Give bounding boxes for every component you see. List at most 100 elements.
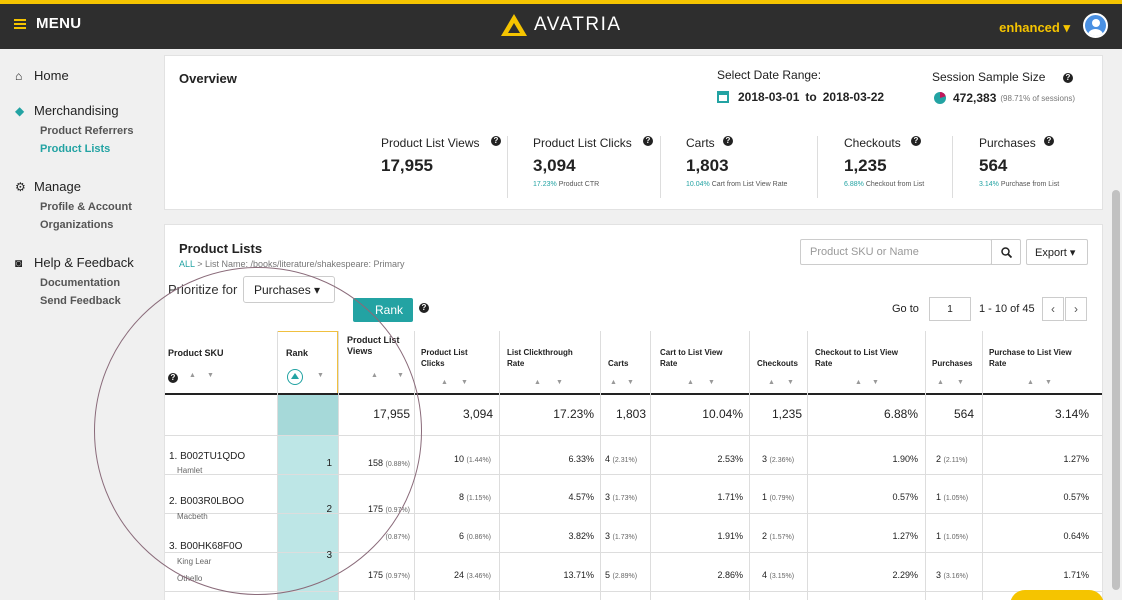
col-header-checkout-rate[interactable]: Checkout to List View Rate	[815, 347, 910, 369]
col-header-clicks[interactable]: Product List Clicks	[421, 347, 491, 369]
sort-up-icon[interactable]: ▲	[687, 379, 694, 386]
sort-down-icon[interactable]: ▼	[872, 379, 879, 386]
row-purchases: 1 (1.05%)	[936, 531, 969, 541]
home-icon: ⌂	[15, 68, 23, 83]
metric-value: 1,235	[844, 156, 887, 175]
prev-page-button[interactable]: ‹	[1042, 297, 1064, 321]
sidebar-item-help[interactable]: ◙ Help & Feedback	[15, 255, 134, 270]
total-ctr: 17.23%	[553, 407, 594, 421]
goto-input[interactable]: 1	[929, 297, 971, 321]
metric-label: Checkouts	[844, 136, 901, 150]
metric-label: Product List Clicks	[533, 136, 632, 150]
date-range-picker[interactable]: 2018-03-01 to 2018-03-22	[717, 90, 884, 104]
overview-title: Overview	[179, 71, 237, 86]
help-icon[interactable]: ?	[419, 303, 429, 313]
row-carts: 4 (2.31%)	[605, 454, 638, 464]
sort-up-icon[interactable]: ▲	[534, 379, 541, 386]
row-purchase-rate: 1.27%	[1063, 454, 1089, 464]
sort-down-icon[interactable]: ▼	[957, 379, 964, 386]
sidebar-item-feedback[interactable]: Send Feedback	[40, 295, 121, 307]
row-cart-rate: 1.91%	[717, 531, 743, 541]
col-header-purchase-rate[interactable]: Purchase to List View Rate	[989, 347, 1084, 369]
metric-value: 3,094	[533, 156, 576, 175]
metric-sub: 17.23% Product CTR	[533, 181, 600, 188]
sort-down-icon[interactable]: ▼	[556, 379, 563, 386]
help-icon[interactable]: ?	[911, 136, 921, 146]
sort-up-icon[interactable]: ▲	[441, 379, 448, 386]
export-button[interactable]: Export ▾	[1026, 239, 1088, 265]
col-header-ctr[interactable]: List Clickthrough Rate	[507, 347, 587, 369]
help-icon[interactable]: ?	[1044, 136, 1054, 146]
sidebar-item-home[interactable]: ⌂ Home	[15, 68, 69, 83]
row-clicks: 8 (1.15%)	[458, 492, 491, 502]
sidebar-item-manage[interactable]: ⚙ Manage	[15, 179, 81, 194]
col-header-purchases[interactable]: Purchases	[932, 358, 972, 369]
help-icon[interactable]: ?	[1063, 73, 1073, 83]
metric-label: Purchases	[979, 136, 1036, 150]
sidebar-item-merchandising[interactable]: ◆ Merchandising	[15, 103, 119, 118]
row-checkout-rate: 2.29%	[892, 570, 918, 580]
row-ctr: 4.57%	[568, 492, 594, 502]
logo[interactable]: AVATRIA	[500, 13, 622, 37]
page-info: 1 - 10 of 45	[979, 303, 1035, 315]
help-icon[interactable]: ?	[723, 136, 733, 146]
search-icon	[1000, 246, 1012, 258]
total-purchases: 564	[953, 407, 974, 421]
col-header-cart-rate[interactable]: Cart to List View Rate	[660, 347, 740, 369]
help-icon[interactable]: ?	[643, 136, 653, 146]
row-views: 175 (0.97%)	[367, 570, 410, 580]
row-cart-rate: 2.53%	[717, 454, 743, 464]
user-menu[interactable]: enhanced ▾	[999, 20, 1070, 36]
sidebar-item-organizations[interactable]: Organizations	[40, 219, 113, 231]
col-header-carts[interactable]: Carts	[608, 358, 628, 369]
breadcrumb-path: > List Name: /books/literature/shakespea…	[194, 259, 405, 269]
row-purchases: 3 (3.16%)	[936, 570, 969, 580]
date-to-word: to	[805, 90, 817, 104]
row-carts: 5 (2.89%)	[605, 570, 638, 580]
row-cart-rate: 1.71%	[717, 492, 743, 502]
col-header-checkouts[interactable]: Checkouts	[757, 358, 798, 369]
date-to: 2018-03-22	[822, 90, 885, 104]
row-checkouts: 3 (2.36%)	[762, 454, 795, 464]
sort-up-icon[interactable]: ▲	[855, 379, 862, 386]
date-from: 2018-03-01	[738, 90, 800, 104]
metric-list-clicks: Product List Clicks 3,094 17.23% Product…	[533, 136, 658, 198]
sort-up-icon[interactable]: ▲	[1027, 379, 1034, 386]
sidebar-item-profile[interactable]: Profile & Account	[40, 201, 132, 213]
sort-down-icon[interactable]: ▼	[708, 379, 715, 386]
gear-icon: ⚙	[15, 179, 26, 194]
help-icon[interactable]: ?	[491, 136, 501, 146]
sort-up-icon[interactable]: ▲	[768, 379, 775, 386]
total-clicks: 3,094	[462, 407, 493, 421]
next-page-button[interactable]: ›	[1065, 297, 1087, 321]
sample-size-label: Session Sample Size	[932, 70, 1046, 84]
row-carts: 3 (1.73%)	[605, 492, 638, 502]
sort-down-icon[interactable]: ▼	[787, 379, 794, 386]
row-purchase-rate: 0.64%	[1063, 531, 1089, 541]
sort-down-icon[interactable]: ▼	[627, 379, 634, 386]
chat-button[interactable]	[1010, 590, 1104, 600]
sidebar-item-product-referrers[interactable]: Product Referrers	[40, 125, 134, 137]
row-ctr: 6.33%	[568, 454, 594, 464]
total-checkouts: 1,235	[771, 407, 802, 421]
sidebar-item-documentation[interactable]: Documentation	[40, 277, 120, 289]
metric-carts: Carts 1,803 10.04% Cart from List View R…	[686, 136, 811, 198]
search-input[interactable]: Product SKU or Name	[800, 239, 992, 265]
sort-up-icon[interactable]: ▲	[937, 379, 944, 386]
sort-up-icon[interactable]: ▲	[610, 379, 617, 386]
row-cart-rate: 2.86%	[717, 570, 743, 580]
row-checkouts: 1 (0.79%)	[762, 492, 795, 502]
chevron-right-icon: ›	[1074, 302, 1078, 316]
menu-label: MENU	[36, 15, 82, 32]
sort-down-icon[interactable]: ▼	[1045, 379, 1052, 386]
goto-label: Go to	[892, 303, 919, 315]
breadcrumb-all[interactable]: ALL	[179, 259, 195, 269]
search-button[interactable]	[991, 239, 1021, 265]
sidebar-item-label: Help & Feedback	[34, 255, 134, 270]
avatar[interactable]	[1083, 13, 1108, 38]
logo-text: AVATRIA	[534, 14, 622, 35]
scrollbar-thumb[interactable]	[1112, 190, 1120, 590]
menu-button[interactable]: MENU	[14, 15, 81, 32]
sidebar-item-product-lists[interactable]: Product Lists	[40, 143, 110, 155]
sort-down-icon[interactable]: ▼	[461, 379, 468, 386]
